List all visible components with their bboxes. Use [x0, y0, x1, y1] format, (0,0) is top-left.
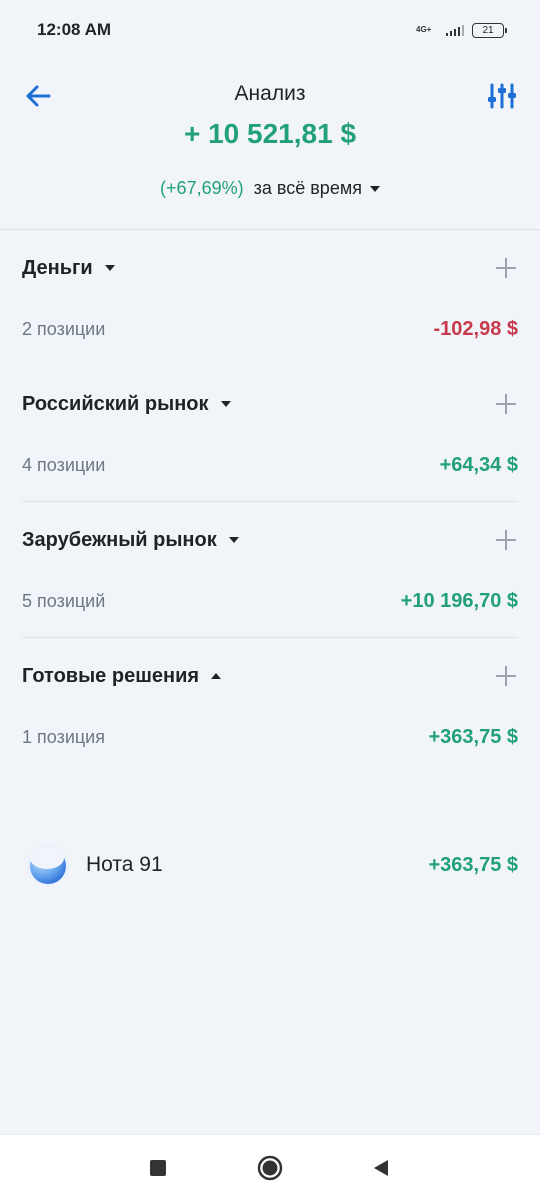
caret-down-icon	[228, 537, 239, 543]
page-title: Анализ	[234, 82, 306, 105]
period-row: (+67,69%) за всё время	[0, 178, 540, 199]
battery-level: 21	[482, 24, 494, 36]
home-button[interactable]	[257, 1155, 283, 1181]
position-value: +363,75 $	[428, 853, 518, 876]
recents-button[interactable]	[145, 1155, 171, 1181]
filter-settings-button[interactable]	[482, 78, 522, 114]
status-bar: 12:08 AM 4G+ 21	[0, 0, 540, 60]
sliders-icon	[488, 83, 516, 109]
home-circle-icon	[257, 1155, 283, 1181]
group-title: Готовые решения	[22, 664, 200, 687]
system-nav-bar	[0, 1134, 540, 1200]
add-button[interactable]	[494, 392, 518, 416]
group-value: -102,98 $	[433, 317, 518, 340]
group-toggle[interactable]: Зарубежный рынок	[22, 529, 239, 552]
caret-down-icon	[369, 185, 380, 192]
back-triangle-icon	[374, 1160, 388, 1176]
status-icons: 4G+ 21	[416, 22, 507, 38]
group-value: +64,34 $	[439, 453, 518, 476]
add-button[interactable]	[494, 664, 518, 688]
battery-icon: 21	[472, 22, 507, 38]
network-type: 4G+	[416, 25, 432, 34]
group-value: +10 196,70 $	[400, 589, 518, 612]
moon-sphere-icon	[26, 843, 70, 887]
recents-square-icon	[150, 1160, 166, 1176]
group-toggle[interactable]: Деньги	[22, 257, 115, 280]
signal-icon	[446, 24, 464, 36]
add-button[interactable]	[494, 528, 518, 552]
add-button[interactable]	[494, 256, 518, 280]
period-label: за всё время	[253, 178, 362, 198]
group-count: 1 позиция	[22, 726, 105, 747]
group-value: +363,75 $	[428, 725, 518, 748]
back-nav-button[interactable]	[368, 1155, 394, 1181]
period-dropdown[interactable]: за всё время	[254, 178, 380, 199]
caret-down-icon	[104, 265, 115, 271]
caret-up-icon	[211, 673, 222, 679]
group-count: 5 позиций	[22, 590, 106, 611]
group-count: 2 позиции	[22, 318, 106, 339]
group-toggle[interactable]: Готовые решения	[22, 664, 222, 688]
position-row[interactable]: Нота 91 +363,75 $	[0, 834, 540, 896]
position-name: Нота 91	[86, 853, 163, 876]
group-ready-solutions: Готовые решения 1 позиция +363,75 $	[0, 638, 540, 774]
status-time: 12:08 AM	[37, 20, 112, 39]
group-foreign-market: Зарубежный рынок 5 позиций +10 196,70 $	[0, 502, 540, 638]
group-toggle[interactable]: Российский рынок	[22, 393, 231, 416]
group-title: Зарубежный рынок	[22, 528, 217, 551]
total-profit: + 10 521,81 $	[183, 118, 357, 149]
analysis-header: Анализ + 10 521,81 $ (+67,69%) за всё вр…	[0, 60, 540, 230]
group-russian-market: Российский рынок 4 позиции +64,34 $	[0, 366, 540, 502]
group-money: Деньги 2 позиции -102,98 $	[0, 230, 540, 366]
group-title: Деньги	[22, 256, 93, 279]
group-count: 4 позиции	[22, 454, 106, 475]
profit-percent: (+67,69%)	[160, 178, 244, 198]
group-title: Российский рынок	[22, 392, 209, 415]
caret-down-icon	[220, 401, 231, 407]
asset-groups: Деньги 2 позиции -102,98 $ Российский ры…	[0, 230, 540, 774]
